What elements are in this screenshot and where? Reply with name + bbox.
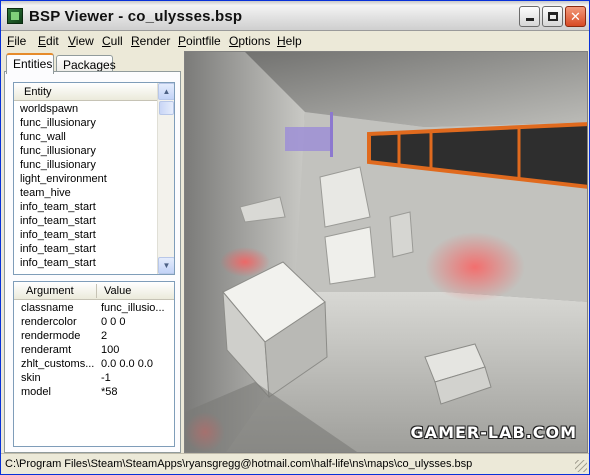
- watermark-logo: GAMER-LAB.COM: [410, 423, 577, 442]
- entity-list-item[interactable]: func_wall: [14, 130, 157, 144]
- property-row[interactable]: zhlt_customs... 0.0 0.0 0.0: [14, 357, 174, 371]
- value-column-header[interactable]: Value: [104, 285, 131, 297]
- property-argument: rendercolor: [21, 316, 77, 328]
- red-glow: [425, 232, 525, 302]
- entity-list-item[interactable]: info_team_start: [14, 200, 157, 214]
- close-button[interactable]: ✕: [565, 6, 586, 27]
- property-row[interactable]: rendercolor 0 0 0: [14, 315, 174, 329]
- property-argument: classname: [21, 302, 74, 314]
- scroll-down-button[interactable]: ▼: [158, 257, 174, 274]
- property-argument: rendermode: [21, 330, 81, 342]
- resize-grip-icon[interactable]: [575, 460, 587, 472]
- property-grid[interactable]: Argument Value classname func_illusio... r…: [13, 281, 175, 447]
- property-row[interactable]: skin -1: [14, 371, 174, 385]
- property-value[interactable]: 0 0 0: [101, 315, 173, 329]
- maximize-button[interactable]: [542, 6, 563, 27]
- minimize-icon: [525, 18, 534, 21]
- column-divider[interactable]: [96, 284, 97, 298]
- purple-light-panel: [285, 127, 330, 151]
- property-rows: classname func_illusio... rendercolor 0 0 0…: [14, 301, 174, 399]
- chevron-down-icon: ▼: [162, 261, 171, 270]
- property-grid-header: Argument Value: [14, 282, 174, 300]
- property-argument: skin: [21, 372, 41, 384]
- entity-list-item[interactable]: info_team_start: [14, 256, 157, 270]
- close-icon: ✕: [570, 9, 581, 24]
- tab-body: Entity worldspawn func_illusionary func_wa…: [4, 71, 181, 453]
- property-value[interactable]: *58: [101, 385, 173, 399]
- status-bar: C:\Program Files\Steam\SteamApps\ryansgr…: [1, 453, 589, 474]
- entity-list-item[interactable]: info_team_start: [14, 228, 157, 242]
- entity-list-item[interactable]: info_team_start: [14, 214, 157, 228]
- app-logo-icon[interactable]: [7, 8, 23, 24]
- property-value[interactable]: -1: [101, 371, 173, 385]
- entity-list-item[interactable]: worldspawn: [14, 102, 157, 116]
- tab-entities[interactable]: Entities: [6, 53, 54, 74]
- entity-list-scrollbar[interactable]: ▲ ▼: [157, 83, 174, 274]
- property-argument: zhlt_customs...: [21, 358, 95, 370]
- chevron-up-icon: ▲: [162, 87, 171, 96]
- argument-column-header[interactable]: Argument: [26, 285, 74, 297]
- window-title: BSP Viewer - co_ulysses.bsp: [29, 8, 243, 25]
- entity-list-item[interactable]: func_illusionary: [14, 144, 157, 158]
- property-row[interactable]: rendermode 2: [14, 329, 174, 343]
- property-value[interactable]: 2: [101, 329, 173, 343]
- entity-column-header[interactable]: Entity: [14, 83, 157, 101]
- property-row[interactable]: model *58: [14, 385, 174, 399]
- entity-list[interactable]: Entity worldspawn func_illusionary func_wa…: [13, 82, 175, 275]
- entity-list-item[interactable]: info_team_start: [14, 242, 157, 256]
- entity-list-item[interactable]: func_illusionary: [14, 116, 157, 130]
- entity-list-item[interactable]: func_illusionary: [14, 158, 157, 172]
- menu-file[interactable]: File: [7, 34, 26, 48]
- panel-tabs: Entities Packages: [4, 53, 181, 74]
- entity-list-item[interactable]: team_hive: [14, 186, 157, 200]
- menu-edit[interactable]: Edit: [38, 34, 59, 48]
- entity-panel: Entities Packages Entity worldspawn func_…: [4, 51, 181, 453]
- 3d-viewport[interactable]: GAMER-LAB.COM: [184, 51, 588, 453]
- property-value[interactable]: func_illusio...: [101, 301, 173, 315]
- menu-pointfile[interactable]: Pointfile: [178, 34, 221, 48]
- property-argument: renderamt: [21, 344, 72, 356]
- property-row[interactable]: renderamt 100: [14, 343, 174, 357]
- property-value[interactable]: 100: [101, 343, 173, 357]
- property-argument: model: [21, 386, 51, 398]
- menu-options[interactable]: Options: [229, 34, 270, 48]
- menu-view[interactable]: View: [68, 34, 94, 48]
- map-render: [185, 52, 587, 452]
- app-window: BSP Viewer - co_ulysses.bsp ✕ File Edit …: [0, 0, 590, 475]
- scroll-up-button[interactable]: ▲: [158, 83, 174, 100]
- property-row[interactable]: classname func_illusio...: [14, 301, 174, 315]
- status-file-path: C:\Program Files\Steam\SteamApps\ryansgr…: [5, 458, 473, 470]
- menu-help[interactable]: Help: [277, 34, 302, 48]
- title-bar[interactable]: BSP Viewer - co_ulysses.bsp ✕: [1, 1, 589, 31]
- menu-bar: File Edit View Cull Render Pointfile Opt…: [1, 31, 589, 50]
- entity-list-item[interactable]: light_environment: [14, 172, 157, 186]
- menu-render[interactable]: Render: [131, 34, 170, 48]
- property-value[interactable]: 0.0 0.0 0.0: [101, 357, 173, 371]
- scroll-thumb[interactable]: [159, 101, 174, 115]
- minimize-button[interactable]: [519, 6, 540, 27]
- maximize-icon: [547, 12, 558, 21]
- entity-rows: worldspawn func_illusionary func_wall func_…: [14, 102, 157, 270]
- menu-cull[interactable]: Cull: [102, 34, 123, 48]
